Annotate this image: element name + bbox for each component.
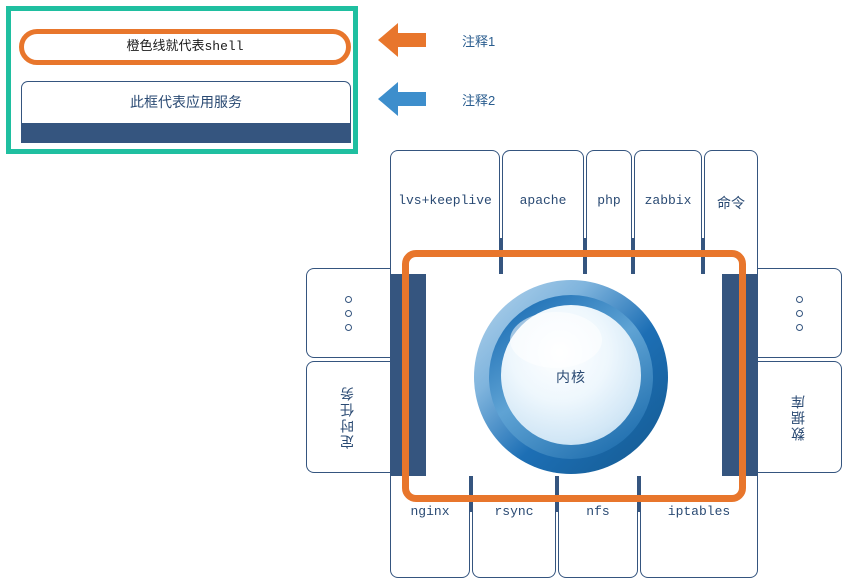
- service-box-label: nfs: [586, 504, 610, 519]
- dot: [796, 295, 803, 303]
- service-box-nginx[interactable]: nginx: [390, 476, 470, 578]
- dot: [796, 323, 803, 331]
- service-box-label: zabbix: [644, 193, 692, 208]
- service-box-label: lvs+keeplive: [398, 193, 492, 208]
- service-box-label: 定时任务: [340, 385, 357, 449]
- kernel-ring-bar-left: [390, 238, 426, 512]
- service-box-label: 数据库: [791, 393, 808, 441]
- service-box-zabbix[interactable]: zabbix: [634, 150, 702, 274]
- service-box-label: php: [597, 193, 621, 208]
- ellipsis-dots-icon: [345, 295, 352, 331]
- service-box-command[interactable]: 命令: [704, 150, 758, 274]
- service-box-cron-task[interactable]: 定时任务: [306, 361, 390, 473]
- service-box-label: nginx: [410, 504, 450, 519]
- legend-service-bar: [21, 123, 351, 143]
- legend-service-item: 此框代表应用服务: [21, 81, 351, 143]
- legend-shell-label: 橙色线就代表shell: [126, 39, 244, 54]
- dot: [345, 309, 352, 317]
- kernel-orb: 内核: [472, 278, 670, 476]
- ellipsis-dots-icon: [796, 295, 803, 331]
- annotation-2: 注释2: [376, 79, 495, 119]
- annotation-2-label: 注释2: [462, 92, 496, 108]
- dot: [796, 309, 803, 317]
- legend-shell-item: 橙色线就代表shell: [19, 29, 351, 65]
- annotation-1: 注释1: [376, 20, 495, 60]
- service-box-lvs-keeplive[interactable]: lvs+keeplive: [390, 150, 500, 274]
- kernel-label: 内核: [556, 369, 586, 385]
- service-box-apache[interactable]: apache: [502, 150, 584, 274]
- architecture-diagram: lvs+keeplive apache php zabbix 命令 定时任务 数…: [306, 146, 842, 578]
- kernel-ring-bar-right: [722, 238, 758, 512]
- service-box-right-more[interactable]: [758, 268, 842, 358]
- service-box-label: rsync: [494, 504, 534, 519]
- service-box-php[interactable]: php: [586, 150, 632, 274]
- service-box-nfs[interactable]: nfs: [558, 476, 638, 578]
- service-box-database[interactable]: 数据库: [758, 361, 842, 473]
- diagram-canvas: 橙色线就代表shell 此框代表应用服务 注释1 注释2 lvs+keepliv…: [0, 0, 846, 582]
- legend-service-label: 此框代表应用服务: [130, 94, 242, 110]
- service-box-label: iptables: [667, 504, 731, 519]
- left-arrow-icon: [378, 23, 426, 57]
- left-arrow-icon: [378, 82, 426, 116]
- service-box-label: 命令: [717, 195, 745, 211]
- dot: [345, 323, 352, 331]
- service-box-label: apache: [519, 193, 567, 208]
- dot: [345, 295, 352, 303]
- service-box-rsync[interactable]: rsync: [472, 476, 556, 578]
- service-box-iptables[interactable]: iptables: [640, 476, 758, 578]
- service-box-left-more[interactable]: [306, 268, 390, 358]
- annotation-1-label: 注释1: [462, 33, 496, 49]
- legend-panel: 橙色线就代表shell 此框代表应用服务: [6, 6, 358, 154]
